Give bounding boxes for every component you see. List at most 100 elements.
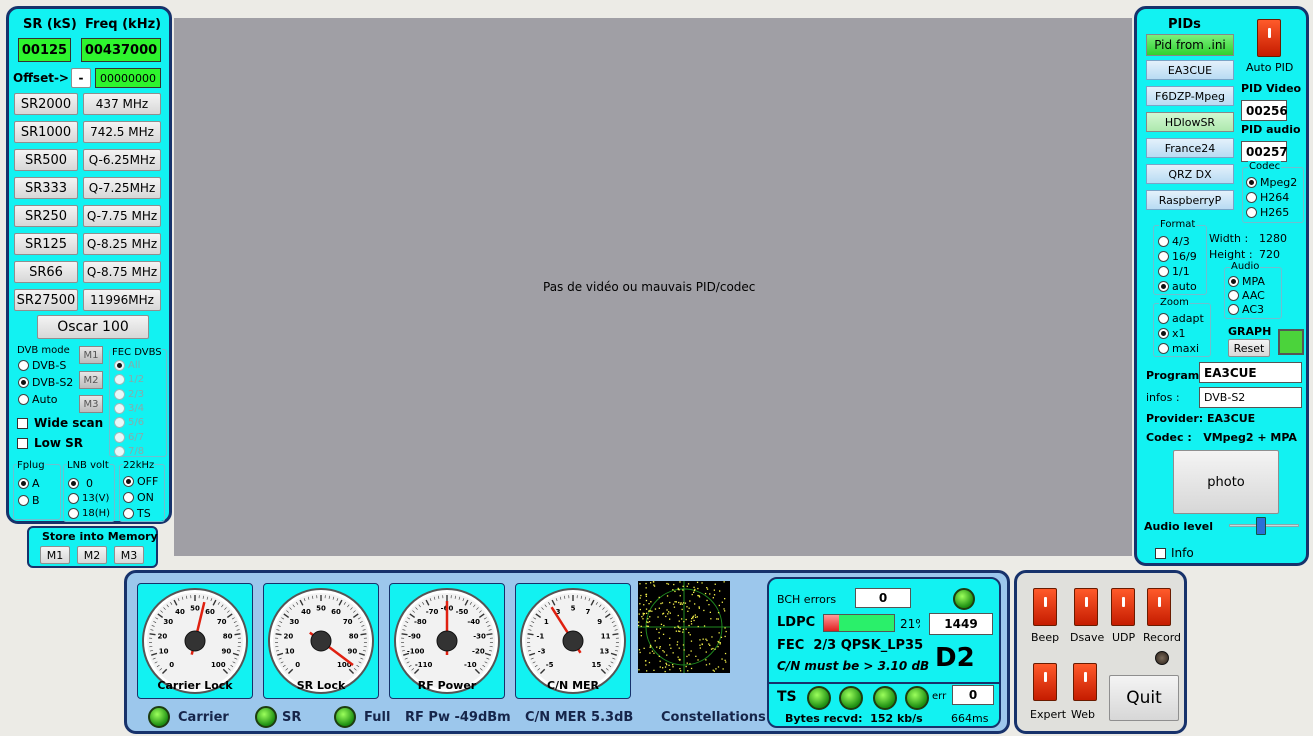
- dvb-s-radio[interactable]: DVB-S: [18, 359, 66, 372]
- photo-button[interactable]: photo: [1173, 450, 1279, 514]
- sr-button-4[interactable]: SR333: [14, 177, 78, 199]
- infos-field[interactable]: DVB-S2: [1199, 387, 1302, 408]
- sr-button-1[interactable]: SR2000: [14, 93, 78, 115]
- udp-switch[interactable]: [1111, 588, 1135, 626]
- freq-button-6[interactable]: Q-8.25 MHz: [83, 233, 161, 255]
- auto-radio[interactable]: Auto: [18, 393, 58, 406]
- fec-radio-3[interactable]: 2/3: [114, 388, 144, 400]
- constellation-dot: [667, 583, 670, 585]
- constellation-dot: [689, 634, 691, 636]
- gauge-tick-label: 40: [301, 608, 311, 616]
- constellation-dot: [638, 613, 640, 615]
- freq-button-1[interactable]: 437 MHz: [83, 93, 161, 115]
- auto-pid-switch[interactable]: [1257, 19, 1281, 57]
- freq-button-8[interactable]: 11996MHz: [83, 289, 161, 311]
- expert-switch[interactable]: [1033, 663, 1057, 701]
- audio-level-thumb[interactable]: [1256, 517, 1266, 535]
- fplug-a-radio[interactable]: A: [18, 477, 40, 490]
- sr-button-6[interactable]: SR125: [14, 233, 78, 255]
- audio-level-slider[interactable]: [1229, 517, 1299, 541]
- reset-button[interactable]: Reset: [1228, 339, 1270, 357]
- audio-mpa-radio[interactable]: MPA: [1228, 275, 1265, 288]
- gauge-tick-label: 80: [223, 632, 233, 640]
- pid-preset-button-3[interactable]: HDlowSR: [1146, 112, 1234, 132]
- sr-button-5[interactable]: SR250: [14, 205, 78, 227]
- dvb-m2-button[interactable]: M2: [79, 371, 103, 389]
- fec-radio-4[interactable]: 3/4: [114, 402, 144, 414]
- fec-radio-6[interactable]: 6/7: [114, 431, 144, 443]
- program-field[interactable]: EA3CUE: [1199, 362, 1302, 383]
- sr-button-8[interactable]: SR27500: [14, 289, 78, 311]
- khz22-off-radio[interactable]: OFF: [123, 475, 158, 488]
- store-m1-button[interactable]: M1: [40, 546, 70, 564]
- constellation-dot: [724, 610, 726, 612]
- sr-status-label: SR: [282, 710, 302, 725]
- gauge-tick-label: -70: [426, 608, 439, 616]
- oscar-button[interactable]: Oscar 100: [37, 315, 149, 339]
- dsave-switch[interactable]: [1074, 588, 1098, 626]
- zoom-adapt-radio[interactable]: adapt: [1158, 312, 1204, 325]
- offset-sign-button[interactable]: -: [71, 68, 91, 88]
- pid-audio-field[interactable]: 00257: [1241, 141, 1288, 162]
- freq-button-7[interactable]: Q-8.75 MHz: [83, 261, 161, 283]
- fec-radio-1[interactable]: All: [114, 360, 140, 371]
- fec-radio-7[interactable]: 7/8: [114, 445, 144, 457]
- dvb-m3-button[interactable]: M3: [79, 395, 103, 413]
- format-auto-radio[interactable]: auto: [1158, 280, 1197, 293]
- fplug-b-radio[interactable]: B: [18, 494, 40, 507]
- codec-mpeg2-radio[interactable]: Mpeg2: [1246, 176, 1297, 189]
- sr-button-7[interactable]: SR66: [14, 261, 78, 283]
- codec-h265-radio[interactable]: H265: [1246, 206, 1289, 219]
- pid-preset-button-2[interactable]: F6DZP-Mpeg: [1146, 86, 1234, 106]
- fec-radio-2[interactable]: 1/2: [114, 374, 144, 386]
- pid-preset-button-4[interactable]: France24: [1146, 138, 1234, 158]
- freq-header: Freq (kHz): [85, 17, 162, 32]
- graph-toggle-button[interactable]: [1278, 329, 1304, 355]
- provider-line: Provider: EA3CUE: [1146, 412, 1256, 425]
- web-switch[interactable]: [1073, 663, 1097, 701]
- codec-h264-radio[interactable]: H264: [1246, 191, 1289, 204]
- lnb-18h-radio[interactable]: 18(H): [68, 508, 110, 519]
- freq-button-3[interactable]: Q-6.25MHz: [83, 149, 161, 171]
- constellation-dot: [638, 669, 640, 671]
- lnb-0-radio[interactable]: 0: [68, 477, 93, 490]
- pid-preset-button-1[interactable]: EA3CUE: [1146, 60, 1234, 80]
- pid-preset-button-5[interactable]: QRZ DX: [1146, 164, 1234, 184]
- offset-field[interactable]: 00000000: [95, 68, 161, 88]
- store-m2-button[interactable]: M2: [77, 546, 107, 564]
- record-switch[interactable]: [1147, 588, 1171, 626]
- sr-button-2[interactable]: SR1000: [14, 121, 78, 143]
- wide-scan-checkbox[interactable]: Wide scan: [17, 416, 103, 430]
- format-11-radio[interactable]: 1/1: [1158, 265, 1190, 278]
- constellation-dot: [650, 601, 652, 603]
- ldpc-percent: 21%: [900, 617, 920, 631]
- info-checkbox[interactable]: Info: [1155, 546, 1194, 560]
- store-m3-button[interactable]: M3: [114, 546, 144, 564]
- constellations-label: Constellations: [661, 710, 766, 725]
- pid-from-ini-button[interactable]: Pid from .ini: [1146, 34, 1234, 56]
- pid-video-field[interactable]: 00256: [1241, 100, 1288, 121]
- audio-aac-radio[interactable]: AAC: [1228, 289, 1265, 302]
- dvb-s2-radio[interactable]: DVB-S2: [18, 376, 73, 389]
- format-43-radio[interactable]: 4/3: [1158, 235, 1190, 248]
- beep-switch[interactable]: [1033, 588, 1057, 626]
- freq-button-2[interactable]: 742.5 MHz: [83, 121, 161, 143]
- khz22-ts-radio[interactable]: TS: [123, 507, 151, 520]
- constellation-dot: [680, 602, 682, 604]
- fec-radio-5[interactable]: 5/6: [114, 417, 144, 429]
- pid-preset-button-6[interactable]: RaspberryP: [1146, 190, 1234, 210]
- format-169-radio[interactable]: 16/9: [1158, 250, 1197, 263]
- quit-button[interactable]: Quit: [1109, 675, 1179, 721]
- freq-button-5[interactable]: Q-7.75 MHz: [83, 205, 161, 227]
- low-sr-checkbox[interactable]: Low SR: [17, 436, 83, 450]
- sr-button-3[interactable]: SR500: [14, 149, 78, 171]
- sr-field[interactable]: 00125: [18, 38, 71, 62]
- freq-button-4[interactable]: Q-7.25MHz: [83, 177, 161, 199]
- zoom-x1-radio[interactable]: x1: [1158, 327, 1186, 340]
- khz22-on-radio[interactable]: ON: [123, 491, 154, 504]
- freq-field[interactable]: 00437000: [81, 38, 161, 62]
- dvb-m1-button[interactable]: M1: [79, 346, 103, 364]
- zoom-maxi-radio[interactable]: maxi: [1158, 342, 1199, 355]
- audio-ac3-radio[interactable]: AC3: [1228, 303, 1264, 316]
- lnb-13v-radio[interactable]: 13(V): [68, 493, 109, 504]
